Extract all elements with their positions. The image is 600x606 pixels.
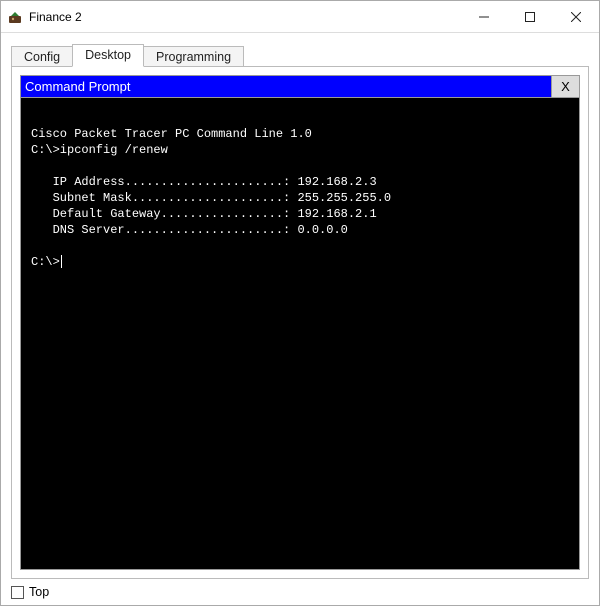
tab-desktop[interactable]: Desktop <box>72 44 144 67</box>
app-icon <box>7 9 23 25</box>
content-area: Config Desktop Programming Command Promp… <box>1 33 599 605</box>
footer: Top <box>11 585 589 599</box>
tab-programming[interactable]: Programming <box>143 46 244 68</box>
terminal-cursor <box>61 255 62 268</box>
window-title: Finance 2 <box>29 10 461 24</box>
command-prompt-close-button[interactable]: X <box>551 76 579 97</box>
top-checkbox-label: Top <box>29 585 49 599</box>
top-checkbox[interactable] <box>11 586 24 599</box>
tab-bar: Config Desktop Programming <box>11 43 589 67</box>
command-prompt-titlebar[interactable]: Command Prompt X <box>20 76 580 98</box>
maximize-button[interactable] <box>507 1 553 32</box>
tab-config[interactable]: Config <box>11 46 73 68</box>
app-window: Finance 2 Config Desktop Programming Com… <box>0 0 600 606</box>
command-prompt-title: Command Prompt <box>21 76 551 97</box>
tab-panel-desktop: Command Prompt X Cisco Packet Tracer PC … <box>11 66 589 579</box>
command-prompt-window: Command Prompt X Cisco Packet Tracer PC … <box>20 75 580 570</box>
terminal-output[interactable]: Cisco Packet Tracer PC Command Line 1.0 … <box>20 98 580 570</box>
close-button[interactable] <box>553 1 599 32</box>
minimize-button[interactable] <box>461 1 507 32</box>
titlebar[interactable]: Finance 2 <box>1 1 599 33</box>
window-controls <box>461 1 599 32</box>
